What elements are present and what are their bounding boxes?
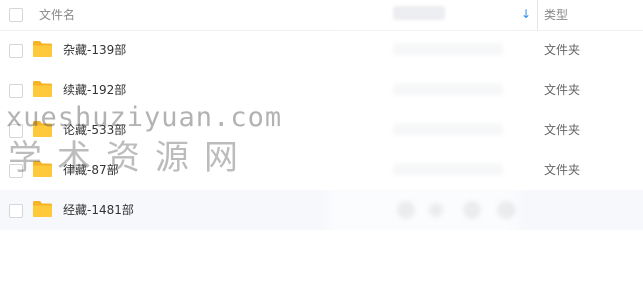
file-name[interactable]: 经藏-1481部 [63,202,134,218]
file-type: 文件夹 [544,83,581,97]
column-header-name[interactable]: 文件名 [39,7,75,23]
watermark-text: xueshuziyuan.com [6,102,283,133]
file-type: 文件夹 [544,123,581,137]
watermark-text-cjk: 学术资源网 [8,138,253,178]
file-type: 文件夹 [544,163,581,177]
folder-icon [33,41,52,57]
sort-desc-icon[interactable]: ↓ [520,6,532,22]
row-checkbox[interactable] [9,204,23,218]
column-header-type[interactable]: 类型 [544,7,568,23]
folder-icon [33,81,52,97]
blurred-region [328,30,518,240]
list-item[interactable]: 杂藏-139部 文件夹 [0,30,643,70]
file-type: 文件夹 [544,43,581,57]
file-name[interactable]: 杂藏-139部 [63,42,126,58]
select-all-checkbox[interactable] [9,8,23,22]
row-checkbox[interactable] [9,84,23,98]
list-item-hovered[interactable]: 经藏-1481部 [0,190,643,230]
file-name[interactable]: 续藏-192部 [63,82,126,98]
file-list: 文件名 ↓ 类型 杂藏-139部 文件夹 续藏-192部 文件夹 论藏-533部… [0,0,643,291]
file-list-header: 文件名 ↓ 类型 [0,0,643,31]
row-checkbox[interactable] [9,44,23,58]
column-header-date-blurred[interactable] [393,6,445,20]
folder-icon [33,201,52,217]
column-divider[interactable] [537,0,538,30]
